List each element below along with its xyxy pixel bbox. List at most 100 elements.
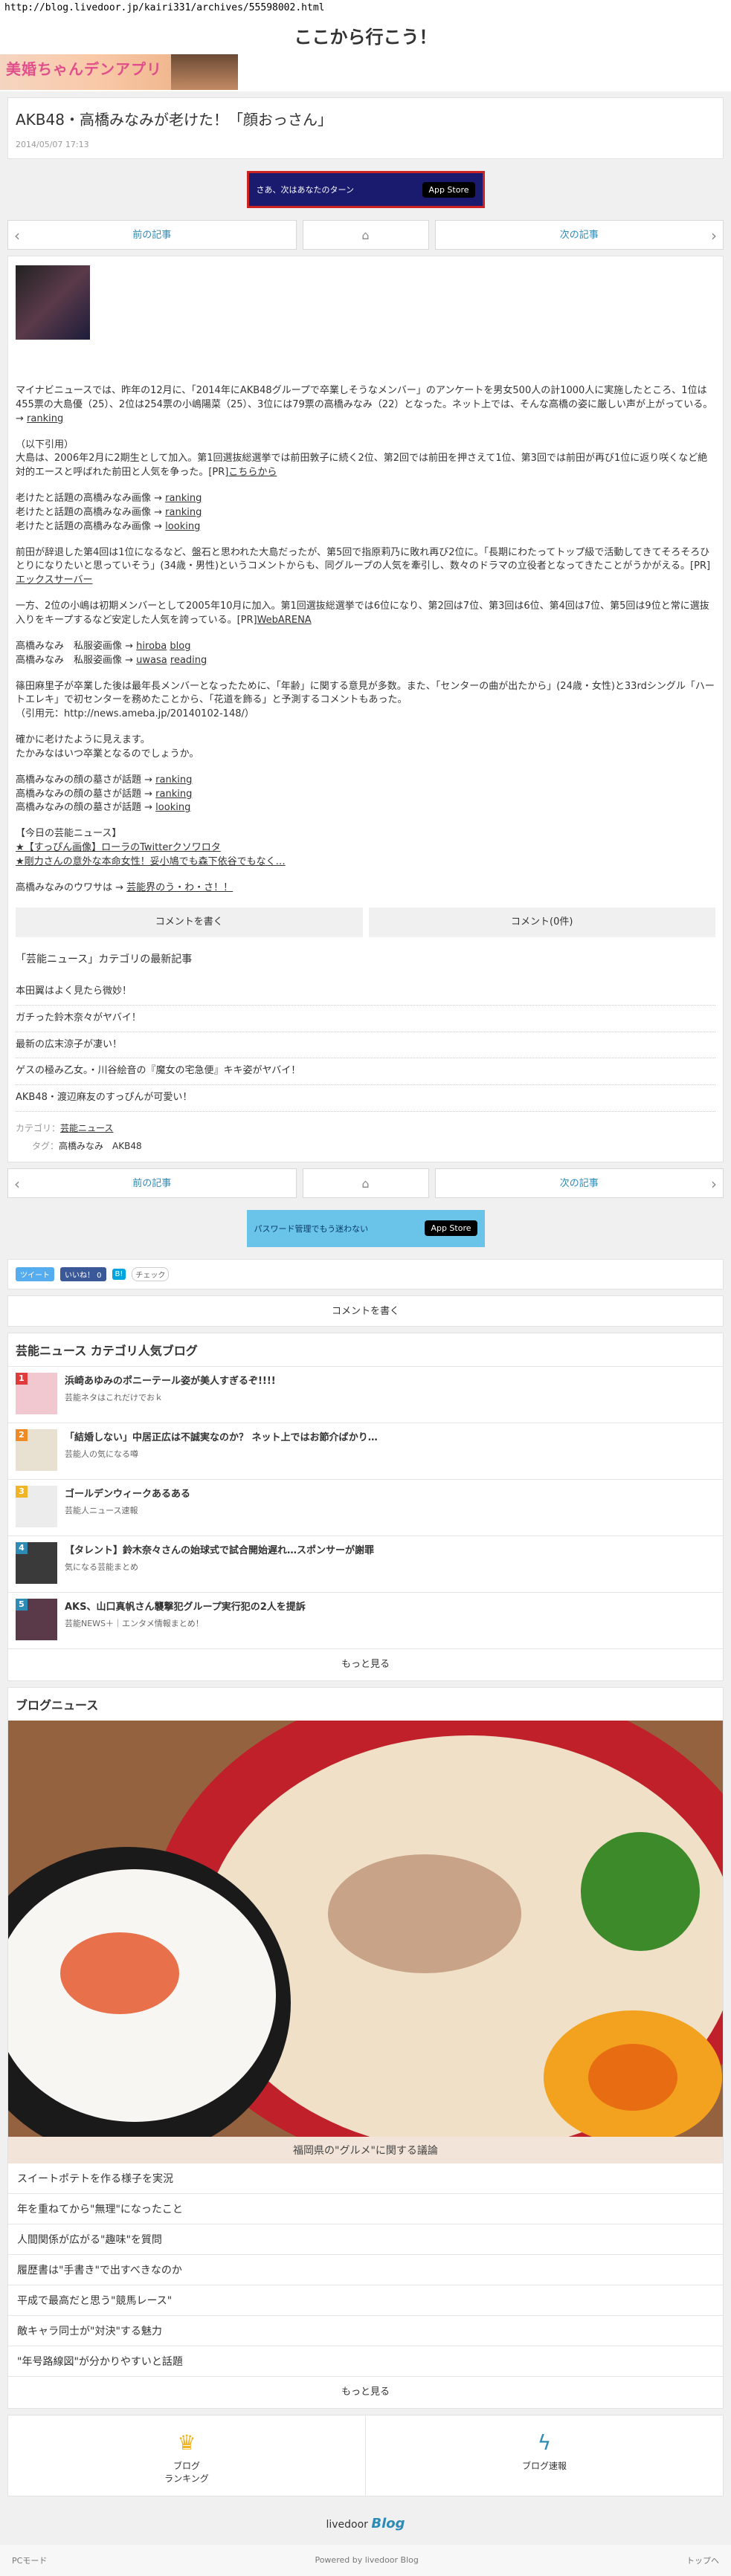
list-item[interactable]: ゲスの極み乙女。・川谷絵音の『魔女の宅急便』キキ姿がヤバイ！ [16,1058,715,1086]
list-item[interactable]: "年号路線図"が分かりやすいと話題 [8,2346,723,2377]
ad-banner[interactable]: パスワード管理でもう迷わない App Store [246,1209,485,1247]
ranking-link[interactable]: ranking [165,507,202,518]
paragraph-text: 篠田麻里子が卒業した後は最年長メンバーとなったために、「年齢」に関する意見が多数… [16,680,715,706]
blog-news-label: ブログ速報 [521,2460,567,2471]
link-line: 高橋みなみの顔の墓さが話題 → looking [16,802,191,814]
back-to-top-link[interactable]: トップへ [686,2554,719,2566]
blog-post-title: 【タレント】鈴木奈々さんの始球式で試合開始遅れ…スポンサーが謝罪 [65,1544,375,1556]
ranking-link[interactable]: ranking [155,789,192,800]
crown-icon: ♛ [177,2430,196,2455]
blog-link[interactable]: blog [170,641,190,652]
list-item[interactable]: 平成で最高だと思う"競馬レース" [8,2285,723,2316]
list-item[interactable]: 3 ゴールデンウィークあるある 芸能人ニュース速報 [8,1480,723,1536]
site-title[interactable]: ここから行こう！ [0,16,731,53]
ranking-link[interactable]: ranking [27,413,63,424]
pager-top: 前の記事 ⌂ 次の記事 [7,220,724,250]
list-item[interactable]: スイートポテトを作る様子を実況 [8,2164,723,2194]
category-link[interactable]: 芸能ニュース [60,1123,113,1133]
app-store-badge: App Store [422,181,475,198]
pr-link[interactable]: エックスサーバー [16,575,92,586]
pr-link[interactable]: WebARENA [257,615,312,626]
link-line: 高橋みなみの顔の墓さが話題 → ranking [16,788,193,800]
list-item[interactable]: 2 「結婚しない」中居正広は不誠実なのか？ ネット上ではお節介ばかり… 芸能人の気… [8,1423,723,1480]
blog-thumbnail: 3 [16,1485,57,1527]
list-item[interactable]: 4 【タレント】鈴木奈々さんの始球式で試合開始遅れ…スポンサーが謝罪 気になる芸能… [8,1536,723,1593]
list-item[interactable]: 人間関係が広がる"趣味"を質問 [8,2224,723,2255]
next-article-button[interactable]: 次の記事 [434,1168,724,1199]
rank-badge: 1 [16,1372,28,1385]
comment-buttons: コメントを書く コメント(0件) [16,907,715,937]
site-banner[interactable]: 美婚ちゃんデンアプリ [0,54,238,90]
list-item[interactable]: ガチった鈴木奈々がヤバイ！ [16,1006,715,1032]
today-news-link[interactable]: ★【すっぴん画像】ローラのTwitterクソワロタ [16,841,715,855]
more-button[interactable]: もっと見る [8,1649,723,1680]
ad-text: さあ、次はあなたのターン [256,185,354,195]
list-item[interactable]: 敵キャラ同士が"対決"する魅力 [8,2316,723,2346]
news-list: スイートポテトを作る様子を実況 年を重ねてから"無理"になったこと 人間関係が広… [8,2164,723,2377]
blog-post-title: 浜崎あゆみのポニーテール姿が美人すぎるぞ!!!! [65,1375,276,1387]
citation: （引用元：http://news.ameba.jp/20140102-148/） [16,708,254,720]
looking-link[interactable]: looking [155,802,190,813]
link-line: 老けたと話題の高橋みなみ画像 → ranking [16,506,202,518]
ranking-link[interactable]: ranking [155,774,192,786]
reading-link[interactable]: reading [170,655,207,666]
more-button[interactable]: もっと見る [8,2377,723,2408]
livedoor-blog-logo[interactable]: livedoor Blog [0,2502,731,2545]
ad-banner[interactable]: さあ、次はあなたのターン App Store [246,171,485,208]
rank-badge: 5 [16,1598,28,1611]
tag-links[interactable]: 高橋みなみ AKB48 [59,1141,142,1151]
list-item[interactable]: 年を重ねてから"無理"になったこと [8,2194,723,2224]
list-item[interactable]: AKB48・渡辺麻友のすっぴんが可愛い！ [16,1085,715,1113]
rumor-link[interactable]: 芸能界のう・わ・さ！！ [126,882,233,893]
paragraph-6: 確かに老けたように見えます。 たかみなはいつ卒業となるのでしょうか。 [16,734,715,762]
paragraph-text: マイナビニュースでは、昨年の12月に、「2014年にAKB48グループで卒業しそ… [16,385,713,424]
paragraph-4: 一方、2位の小嶋は初期メンバーとして2005年10月に加入。第1回選抜総選挙では… [16,600,715,628]
banner-row: 美婚ちゃんデンアプリ [0,53,731,91]
list-item[interactable]: 1 浜崎あゆみのポニーテール姿が美人すぎるぞ!!!! 芸能ネタはこれだけでおｋ [8,1367,723,1423]
looking-link[interactable]: looking [165,521,200,532]
comment-count-button[interactable]: コメント(0件) [368,907,715,937]
prev-article-button[interactable]: 前の記事 [7,1168,297,1199]
blog-wordmark: Blog [371,2515,405,2531]
ramen-photo [8,1720,723,2137]
uwasa-link[interactable]: uwasa [136,655,167,666]
paragraph-text: 確かに老けたように見えます。 [16,734,150,746]
check-button[interactable]: チェック [132,1266,170,1281]
hatena-button[interactable]: B! [112,1268,126,1280]
next-article-button[interactable]: 次の記事 [434,220,724,250]
list-item[interactable]: 5 AKS、山口真帆さん襲撃犯グループ実行犯の2人を提訴 芸能NEWS＋｜エンタメ… [8,1593,723,1649]
list-item[interactable]: 履歴書は"手書き"で出すべきなのか [8,2255,723,2285]
blog-news-link[interactable]: ϟ ブログ速報 [366,2415,723,2496]
pc-mode-link[interactable]: PCモード [12,2554,47,2566]
article-meta: カテゴリ：芸能ニュース タグ：高橋みなみ AKB48 [16,1122,715,1153]
like-button[interactable]: いいね！ 0 [60,1266,106,1281]
home-icon[interactable]: ⌂ [302,1168,429,1198]
blog-news: ブログニュース 福岡県の"グルメ"に関する議論 スイートポテトを作る様子を実況 … [7,1686,724,2409]
blog-name: 気になる芸能まとめ [65,1562,138,1572]
rank-badge: 3 [16,1485,28,1498]
link-line: 高橋みなみ 私服姿画像 → hiroba blog [16,640,191,652]
write-comment-bar[interactable]: コメントを書く [7,1295,724,1327]
prev-article-button[interactable]: 前の記事 [7,220,297,250]
pr-link[interactable]: こちらから [228,467,277,478]
list-item[interactable]: 最新の広末涼子が凄い！ [16,1032,715,1059]
ranking-link[interactable]: ranking [165,493,202,504]
link-line: 高橋みなみの顔の墓さが話題 → ranking [16,774,193,786]
blog-post-title: 「結婚しない」中居正広は不誠実なのか？ ネット上ではお節介ばかり… [65,1431,378,1443]
home-icon[interactable]: ⌂ [302,220,429,250]
rank-badge: 4 [16,1541,28,1554]
blog-ranking-link[interactable]: ♛ ブログ ランキング [8,2415,366,2496]
write-comment-button[interactable]: コメントを書く [16,907,363,937]
pager-bottom: 前の記事 ⌂ 次の記事 [7,1168,724,1199]
today-news-link[interactable]: ★剛力さんの意外な本命女性！妥小鳩でも森下依谷でもなく… [16,855,715,870]
hiroba-link[interactable]: hiroba [136,641,167,652]
rank-badge: 2 [16,1428,28,1441]
category-meta: カテゴリ：芸能ニュース [16,1123,114,1134]
rumor-prefix: 高橋みなみのウワサは → [16,881,124,893]
news-feature-caption[interactable]: 福岡県の"グルメ"に関する議論 [8,2136,723,2164]
social-buttons: ツイート いいね！ 0 B! チェック [7,1258,724,1289]
news-feature-image[interactable] [8,1720,723,2137]
tweet-button[interactable]: ツイート [16,1266,54,1281]
app-store-badge: App Store [425,1220,477,1237]
list-item[interactable]: 本田翼はよく見たら微妙！ [16,979,715,1006]
